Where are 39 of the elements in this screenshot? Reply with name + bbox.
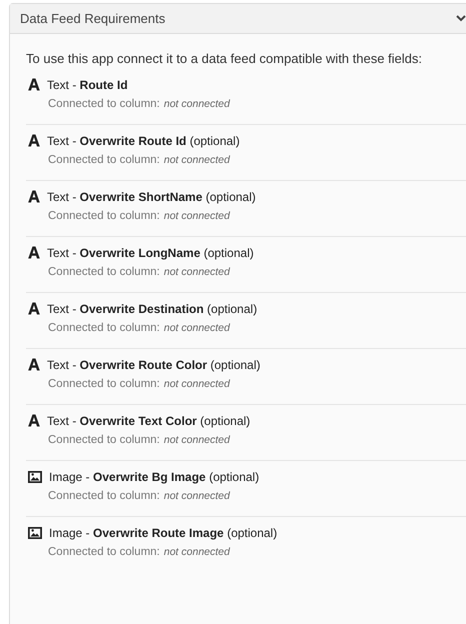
field-label: Image - Overwrite Bg Image (optional): [49, 468, 260, 484]
connection-label: Connected to column:: [48, 432, 160, 448]
panel-header[interactable]: Data Feed Requirements: [10, 4, 466, 34]
letter-a-icon: [28, 414, 40, 427]
letter-a-icon: [28, 190, 40, 203]
image-icon: [28, 526, 42, 538]
field-label: Text - Route Id: [47, 76, 128, 92]
connection-label: Connected to column:: [48, 208, 160, 224]
letter-a-icon: [28, 302, 40, 315]
connection-label: Connected to column:: [48, 488, 160, 504]
letter-a-icon: [28, 358, 40, 371]
field-label: Image - Overwrite Route Image (optional): [49, 524, 278, 540]
connection-value: not connected: [164, 264, 230, 280]
field-label: Text - Overwrite Destination (optional): [47, 300, 258, 316]
field-label: Text - Overwrite ShortName (optional): [47, 188, 256, 204]
connection-value: not connected: [164, 152, 230, 168]
connection-value: not connected: [164, 432, 230, 448]
field-label: Text - Overwrite Text Color (optional): [47, 412, 250, 428]
connection-value: not connected: [164, 208, 230, 224]
field-label: Text - Overwrite LongName (optional): [47, 244, 254, 260]
letter-a-icon: [28, 78, 40, 91]
image-icon: [28, 470, 42, 482]
field-label: Text - Overwrite Route Color (optional): [47, 356, 260, 372]
connection-value: not connected: [164, 488, 230, 504]
connection-value: not connected: [164, 96, 230, 112]
connection-label: Connected to column:: [48, 152, 160, 168]
connection-label: Connected to column:: [48, 320, 160, 336]
connection-value: not connected: [164, 544, 230, 560]
connection-label: Connected to column:: [48, 544, 160, 560]
connection-label: Connected to column:: [48, 376, 160, 392]
field-label: Text - Overwrite Route Id (optional): [47, 132, 240, 148]
connection-value: not connected: [164, 320, 230, 336]
letter-a-icon: [28, 134, 40, 147]
connection-label: Connected to column:: [48, 96, 160, 112]
letter-a-icon: [28, 246, 40, 259]
connection-value: not connected: [164, 376, 230, 392]
connection-label: Connected to column:: [48, 264, 160, 280]
intro-text: To use this app connect it to a data feed compatible with these fields:: [26, 50, 424, 68]
chevron-icon: [456, 15, 466, 22]
